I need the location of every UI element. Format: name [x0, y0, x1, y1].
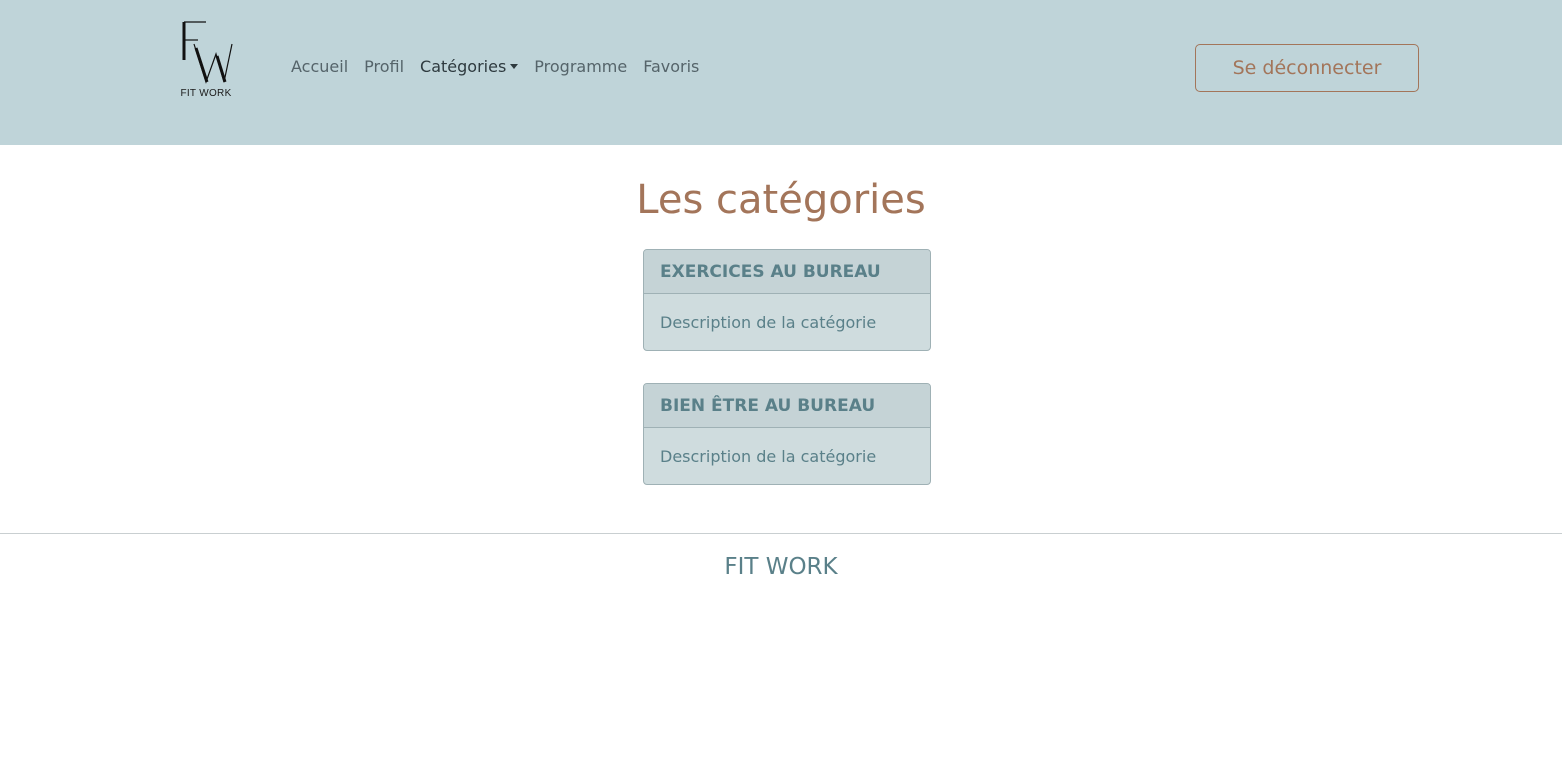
- logout-button[interactable]: Se déconnecter: [1195, 44, 1419, 92]
- main-nav: Accueil Profil Catégories Programme Favo…: [283, 54, 707, 80]
- page-title: Les catégories: [636, 177, 926, 223]
- brand-logo[interactable]: FIT WORK: [172, 18, 240, 104]
- footer-brand: FIT WORK: [724, 554, 838, 580]
- nav-dropdown-categories[interactable]: Catégories: [412, 54, 526, 80]
- footer-divider: [0, 533, 1562, 534]
- nav-link-categories-label: Catégories: [420, 57, 507, 76]
- category-card-header: EXERCICES AU BUREAU: [644, 250, 930, 294]
- nav-link-favoris[interactable]: Favoris: [635, 54, 707, 80]
- nav-link-accueil[interactable]: Accueil: [283, 54, 356, 80]
- caret-down-icon: [510, 64, 519, 69]
- category-card-description: Description de la catégorie: [660, 312, 877, 332]
- fw-monogram-icon: [182, 21, 233, 84]
- top-navbar: FIT WORK Accueil Profil Catégories Progr…: [0, 0, 1562, 145]
- category-card-bien-etre[interactable]: BIEN ÊTRE AU BUREAU Description de la ca…: [643, 383, 931, 485]
- category-card-exercices[interactable]: EXERCICES AU BUREAU Description de la ca…: [643, 249, 931, 351]
- category-card-header: BIEN ÊTRE AU BUREAU: [644, 384, 930, 428]
- nav-link-programme[interactable]: Programme: [526, 54, 635, 80]
- nav-link-profil[interactable]: Profil: [356, 54, 412, 80]
- category-card-description: Description de la catégorie: [660, 446, 877, 466]
- brand-name: FIT WORK: [180, 88, 232, 99]
